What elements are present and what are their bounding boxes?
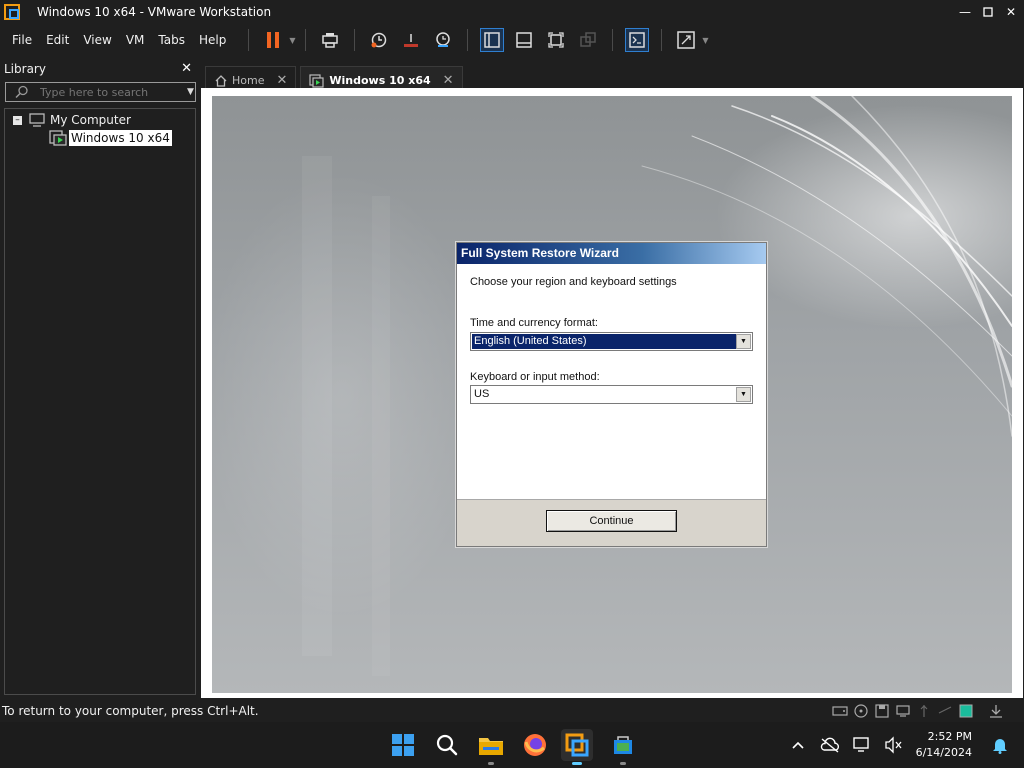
library-close-icon[interactable]: ✕ bbox=[181, 61, 192, 76]
show-library-icon[interactable] bbox=[480, 28, 505, 52]
network-icon[interactable] bbox=[852, 735, 872, 755]
system-tray: 2:52 PM 6/14/2024 bbox=[782, 722, 1024, 768]
keyboard-method-label: Keyboard or input method: bbox=[470, 371, 600, 383]
tree-item-vm[interactable]: Windows 10 x64 bbox=[49, 130, 172, 146]
menu-edit[interactable]: Edit bbox=[46, 33, 69, 47]
library-title: Library bbox=[4, 62, 46, 76]
stretch-guest-icon[interactable] bbox=[675, 29, 697, 51]
tab-label: Home bbox=[232, 74, 265, 87]
toolbar-separator bbox=[612, 29, 614, 51]
tab-close-icon[interactable]: ✕ bbox=[276, 73, 287, 88]
status-text: To return to your computer, press Ctrl+A… bbox=[2, 704, 259, 718]
snapshot-manager-icon[interactable] bbox=[432, 29, 454, 51]
vm-running-icon bbox=[49, 130, 67, 146]
minimize-icon[interactable]: — bbox=[953, 0, 977, 24]
window-title: Windows 10 x64 - VMware Workstation bbox=[37, 5, 272, 19]
vmware-logo-icon bbox=[4, 4, 20, 20]
revert-snapshot-icon[interactable] bbox=[400, 29, 422, 51]
pause-dropdown-icon[interactable]: ▼ bbox=[289, 36, 297, 45]
vm-running-icon bbox=[309, 73, 324, 88]
clock-date: 6/14/2024 bbox=[915, 746, 972, 759]
cd-dvd-icon[interactable] bbox=[853, 703, 869, 719]
dialog-footer: Continue bbox=[457, 499, 766, 546]
chevron-down-icon[interactable]: ▼ bbox=[736, 387, 751, 402]
console-view-icon[interactable] bbox=[625, 28, 650, 52]
maximize-icon[interactable] bbox=[976, 0, 1000, 24]
pause-icon[interactable] bbox=[262, 29, 284, 51]
close-icon[interactable]: ✕ bbox=[999, 0, 1023, 24]
search-icon bbox=[15, 85, 28, 99]
display-icon[interactable] bbox=[958, 703, 974, 719]
library-tree: – My Computer Windows 10 x64 bbox=[4, 108, 196, 695]
library-panel: Library ✕ ▼ – My Computer Windows 10 x64 bbox=[0, 58, 200, 700]
running-indicator bbox=[620, 762, 626, 765]
stretch-dropdown-icon[interactable]: ▼ bbox=[702, 36, 710, 45]
start-icon[interactable] bbox=[387, 729, 419, 761]
send-ctrl-alt-del-icon[interactable] bbox=[319, 29, 341, 51]
clock-time: 2:52 PM bbox=[927, 730, 972, 743]
clock[interactable]: 2:52 PM 6/14/2024 bbox=[916, 729, 972, 761]
network-adapter-icon[interactable] bbox=[895, 703, 911, 719]
toolbar-separator bbox=[354, 29, 356, 51]
tree-label: Windows 10 x64 bbox=[69, 130, 172, 146]
unity-icon bbox=[577, 29, 599, 51]
running-indicator bbox=[572, 762, 582, 765]
menu-bar: File Edit View VM Tabs Help ▼ ▼ bbox=[0, 24, 1024, 56]
continue-button[interactable]: Continue bbox=[546, 510, 677, 532]
menu-file[interactable]: File bbox=[12, 33, 32, 47]
hard-disk-icon[interactable] bbox=[832, 703, 848, 719]
firefox-icon[interactable] bbox=[519, 729, 551, 761]
full-screen-icon[interactable] bbox=[545, 29, 567, 51]
tab-label: Windows 10 x64 bbox=[329, 74, 431, 87]
library-search[interactable]: ▼ bbox=[5, 82, 196, 102]
menu-view[interactable]: View bbox=[83, 33, 111, 47]
file-explorer-icon[interactable] bbox=[475, 729, 507, 765]
dialog-title: Full System Restore Wizard bbox=[457, 243, 766, 264]
store-icon[interactable] bbox=[607, 729, 639, 765]
snapshot-icon[interactable] bbox=[368, 29, 390, 51]
keyboard-method-value: US bbox=[474, 388, 490, 400]
chevron-down-icon[interactable]: ▼ bbox=[736, 334, 751, 349]
restore-wizard-dialog: Full System Restore Wizard Choose your r… bbox=[456, 242, 767, 547]
taskbar: 2:52 PM 6/14/2024 bbox=[0, 722, 1024, 768]
currency-format-select[interactable]: English (United States) ▼ bbox=[470, 332, 753, 351]
tab-close-icon[interactable]: ✕ bbox=[443, 73, 454, 88]
keyboard-method-select[interactable]: US ▼ bbox=[470, 385, 753, 404]
library-search-input[interactable] bbox=[40, 85, 185, 99]
floppy-icon[interactable] bbox=[874, 703, 890, 719]
dialog-subtitle: Choose your region and keyboard settings bbox=[470, 276, 677, 288]
menu-help[interactable]: Help bbox=[199, 33, 226, 47]
toolbar-separator bbox=[467, 29, 469, 51]
toolbar-separator bbox=[248, 29, 250, 51]
thumbnail-bar-icon[interactable] bbox=[513, 29, 535, 51]
computer-icon bbox=[29, 113, 45, 127]
status-bar: To return to your computer, press Ctrl+A… bbox=[0, 700, 1024, 722]
running-indicator bbox=[488, 762, 494, 765]
currency-format-value: English (United States) bbox=[472, 334, 736, 349]
tree-item-my-computer[interactable]: – My Computer bbox=[13, 113, 131, 127]
vmware-icon[interactable] bbox=[561, 729, 593, 765]
tree-label: My Computer bbox=[50, 113, 131, 127]
sound-card-icon[interactable] bbox=[937, 703, 953, 719]
device-status-icons bbox=[827, 703, 1004, 719]
toolbar-separator bbox=[305, 29, 307, 51]
chevron-up-icon[interactable] bbox=[788, 735, 808, 755]
volume-muted-icon[interactable] bbox=[884, 735, 904, 755]
usb-icon[interactable] bbox=[916, 703, 932, 719]
menu-vm[interactable]: VM bbox=[126, 33, 145, 47]
search-icon[interactable] bbox=[431, 729, 463, 761]
toolbar-separator bbox=[661, 29, 663, 51]
onedrive-offline-icon[interactable] bbox=[820, 735, 840, 755]
collapse-icon[interactable]: – bbox=[13, 115, 22, 125]
menu-tabs[interactable]: Tabs bbox=[158, 33, 185, 47]
currency-format-label: Time and currency format: bbox=[470, 317, 598, 329]
search-dropdown-icon[interactable]: ▼ bbox=[187, 87, 194, 97]
title-bar: Windows 10 x64 - VMware Workstation — ✕ bbox=[0, 0, 1024, 24]
notification-bell-icon[interactable] bbox=[990, 735, 1010, 755]
download-icon[interactable] bbox=[988, 703, 1004, 719]
home-icon bbox=[215, 74, 227, 87]
